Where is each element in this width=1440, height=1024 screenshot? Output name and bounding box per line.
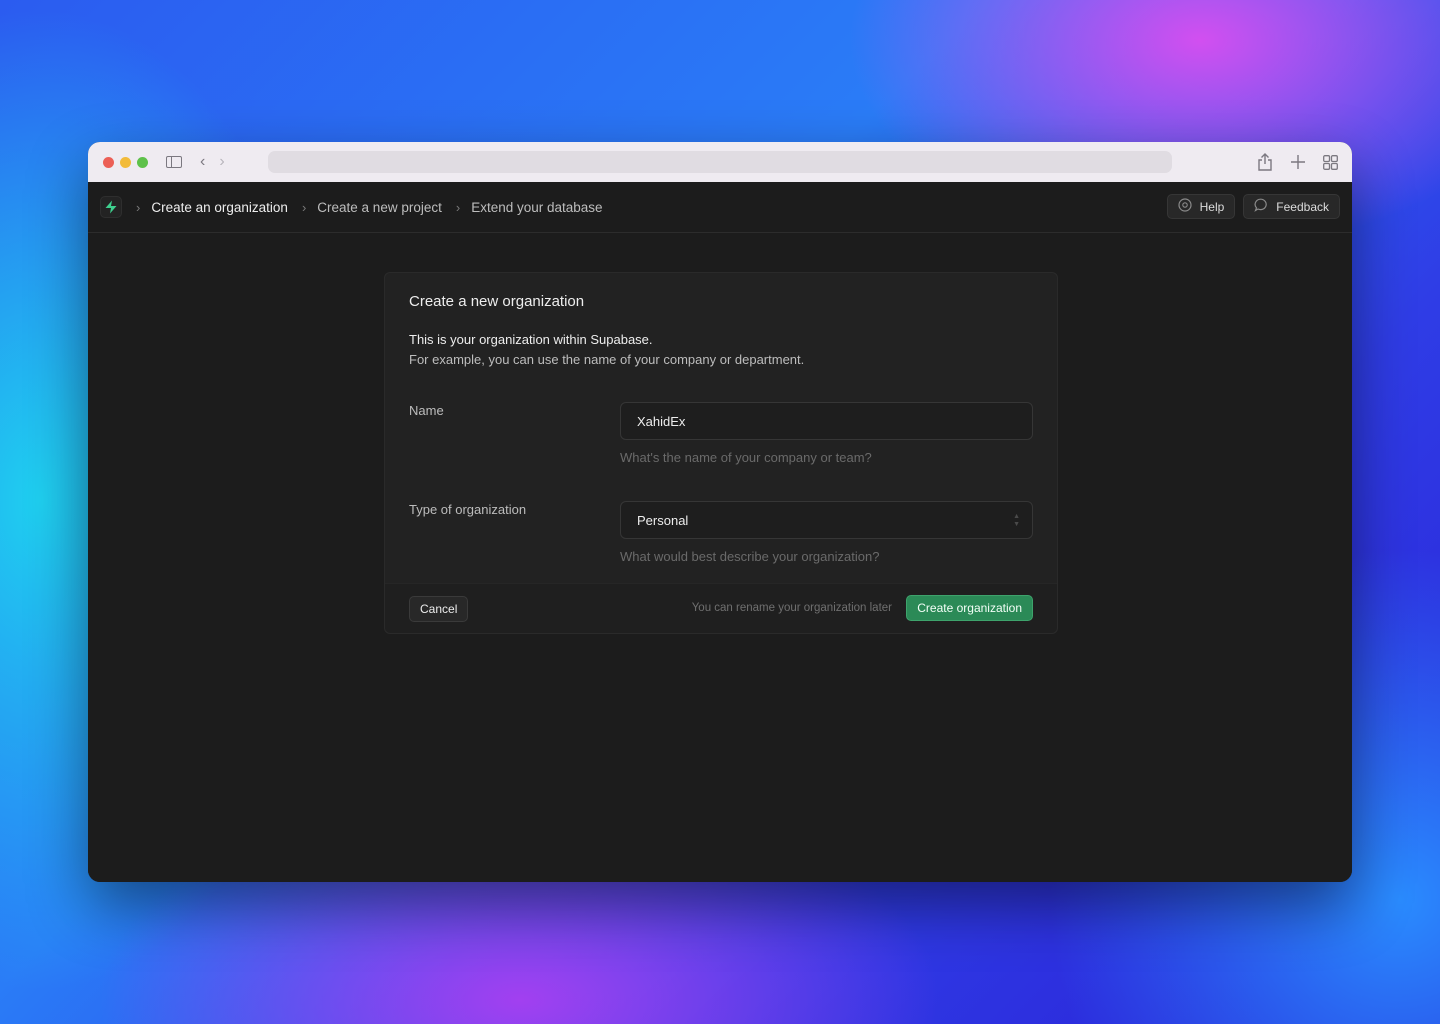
breadcrumb-extend-database[interactable]: Extend your database (471, 200, 602, 215)
breadcrumb-create-organization[interactable]: Create an organization (151, 200, 288, 215)
name-hint: What's the name of your company or team? (620, 450, 872, 465)
rename-note: You can rename your organization later (691, 602, 892, 614)
organization-type-hint: What would best describe your organizati… (620, 549, 880, 564)
feedback-button[interactable]: Feedback (1243, 194, 1340, 219)
supabase-logo-icon[interactable] (100, 196, 122, 218)
forward-icon[interactable]: › (219, 153, 224, 171)
window-controls (103, 156, 148, 168)
name-input[interactable]: XahidEx (620, 402, 1033, 440)
back-icon[interactable]: ‹ (200, 153, 205, 171)
form-description-secondary: For example, you can use the name of you… (409, 352, 805, 367)
create-organization-form: Create a new organization This is your o… (384, 272, 1058, 634)
maximize-window-button[interactable] (137, 156, 148, 168)
minimize-window-button[interactable] (120, 156, 131, 168)
form-title: Create a new organization (409, 293, 585, 310)
close-window-button[interactable] (103, 156, 114, 168)
help-label: Help (1199, 199, 1225, 214)
tab-overview-icon[interactable] (1323, 154, 1338, 170)
chevron-right-icon: › (301, 199, 307, 215)
browser-titlebar: ‹ › (88, 142, 1352, 182)
help-button[interactable]: Help (1166, 194, 1236, 219)
sidebar-toggle-icon[interactable] (166, 156, 182, 168)
new-tab-icon[interactable] (1291, 155, 1305, 169)
chevron-right-icon: › (136, 199, 141, 215)
organization-type-value: Personal (637, 512, 689, 528)
message-icon (1254, 198, 1268, 215)
browser-window: ‹ › › Create an organization › Create a … (88, 142, 1352, 882)
name-input-value: XahidEx (637, 413, 686, 429)
app-header: › Create an organization › Create a new … (88, 182, 1352, 233)
share-icon[interactable] (1257, 153, 1273, 171)
create-organization-button[interactable]: Create organization (906, 595, 1033, 621)
name-label: Name (409, 403, 444, 418)
cancel-button[interactable]: Cancel (409, 596, 469, 622)
help-icon (1178, 198, 1192, 215)
organization-type-select[interactable]: Personal ▲ ▼ (620, 501, 1033, 539)
address-bar[interactable] (268, 151, 1172, 173)
form-description: This is your organization within Supabas… (409, 332, 653, 347)
chevron-right-icon: › (455, 199, 461, 215)
organization-type-label: Type of organization (409, 502, 527, 517)
select-chevrons-icon: ▲ ▼ (1013, 513, 1020, 528)
main-content: Create a new organization This is your o… (88, 233, 1352, 882)
feedback-label: Feedback (1276, 199, 1329, 214)
form-footer: Cancel You can rename your organization … (385, 583, 1057, 633)
breadcrumb-create-project[interactable]: Create a new project (317, 200, 442, 215)
